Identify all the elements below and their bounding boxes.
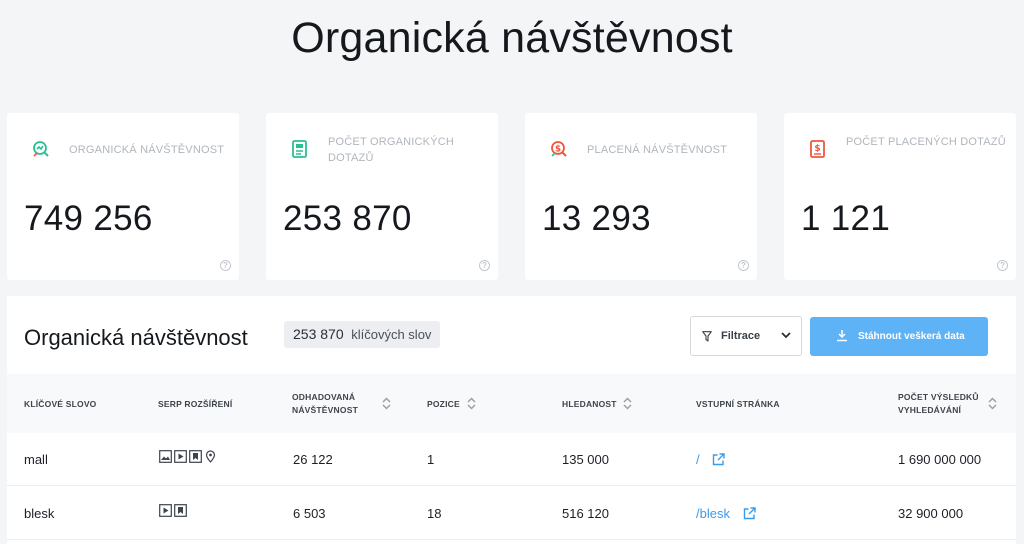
keyword-count-badge: 253 870 klíčových slov [284, 321, 441, 348]
traffic-cell: 6 503 [293, 506, 326, 521]
paid-traffic-icon: $ [551, 141, 567, 157]
column-estimated-traffic[interactable]: ODHADOVANÁ NÁVŠTĚVNOST [292, 391, 372, 417]
keywords-panel: Organická návštěvnost 253 870 klíčových … [7, 296, 1016, 544]
landing-page-link[interactable]: / [696, 452, 725, 467]
external-link-icon[interactable] [743, 507, 756, 520]
column-keyword[interactable]: KLÍČOVÉ SLOVO [24, 398, 97, 411]
bookmark-icon [189, 450, 202, 463]
sort-icon[interactable] [467, 397, 476, 410]
traffic-cell: 26 122 [293, 452, 333, 467]
keyword-count: 253 870 [293, 326, 344, 342]
image-icon [159, 450, 172, 463]
column-serp: SERP ROZŠÍŘENÍ [158, 399, 233, 409]
video-icon [174, 450, 187, 463]
stat-label: ORGANICKÁ NÁVŠTĚVNOST [69, 144, 225, 156]
serp-features [159, 504, 187, 518]
stat-label: POČET ORGANICKÝCH DOTAZŮ [328, 136, 455, 164]
download-icon [837, 330, 847, 342]
results-cell: 1 690 000 000 [898, 452, 982, 467]
help-icon[interactable]: ? [997, 260, 1008, 271]
sort-icon[interactable] [382, 397, 391, 410]
filter-dropdown[interactable]: Filtrace [690, 316, 802, 356]
bookmark-icon [174, 504, 187, 517]
volume-cell: 135 000 [562, 452, 609, 467]
help-icon[interactable]: ? [738, 260, 749, 271]
position-cell: 1 [427, 452, 435, 467]
column-landing-page: VSTUPNÍ STRÁNKA [696, 399, 780, 409]
svg-text:$: $ [555, 145, 561, 155]
landing-page-link[interactable]: /blesk [696, 506, 756, 521]
help-icon[interactable]: ? [479, 260, 490, 271]
stat-card-paid-traffic: $ PLACENÁ NÁVŠTĚVNOST 13 293 ? [525, 113, 757, 280]
panel-title: Organická návštěvnost [24, 325, 248, 350]
results-cell: 32 900 000 [898, 506, 964, 521]
volume-cell: 516 120 [562, 506, 609, 521]
stat-label: POČET PLACENÝCH DOTAZŮ [846, 136, 1006, 148]
table-row[interactable]: mall 26 122 1 135 000 / 1 690 000 000 [7, 433, 1016, 486]
stat-value: 253 870 [283, 199, 412, 238]
stat-value: 1 121 [801, 199, 891, 238]
download-label: Stáhnout veškerá data [858, 331, 965, 342]
location-icon [205, 450, 216, 463]
column-search-volume[interactable]: HLEDANOST [562, 398, 617, 411]
landing-page-text[interactable]: / [696, 452, 700, 467]
stat-value: 749 256 [24, 199, 153, 238]
help-icon[interactable]: ? [220, 260, 231, 271]
page-title: Organická návštěvnost [291, 14, 733, 62]
filter-icon [702, 331, 712, 342]
keyword-count-label: klíčových slov [351, 327, 432, 342]
svg-text:$: $ [814, 144, 820, 154]
table-header: KLÍČOVÉ SLOVO SERP ROZŠÍŘENÍ ODHADOVANÁ … [7, 374, 1016, 433]
keyword-cell: mall [24, 452, 48, 467]
organic-traffic-icon [33, 141, 49, 157]
stat-card-paid-queries: $ POČET PLACENÝCH DOTAZŮ 1 121 ? [784, 113, 1016, 280]
paid-queries-icon: $ [810, 140, 825, 158]
column-position[interactable]: POZICE [427, 398, 460, 411]
stats-cards: ORGANICKÁ NÁVŠTĚVNOST 749 256 ? POČET OR… [7, 113, 1024, 280]
stat-card-organic-queries: POČET ORGANICKÝCH DOTAZŮ 253 870 ? [266, 113, 498, 280]
organic-queries-icon [292, 140, 307, 158]
video-icon [159, 504, 172, 517]
stat-value: 13 293 [542, 199, 651, 238]
sort-icon[interactable] [623, 397, 632, 410]
download-all-button[interactable]: Stáhnout veškerá data [810, 317, 988, 356]
stat-label: PLACENÁ NÁVŠTĚVNOST [587, 144, 728, 156]
chevron-down-icon [781, 332, 791, 339]
serp-features [159, 450, 217, 464]
landing-page-text[interactable]: /blesk [696, 506, 730, 521]
stat-card-organic-traffic: ORGANICKÁ NÁVŠTĚVNOST 749 256 ? [7, 113, 239, 280]
table-row[interactable]: blesk 6 503 18 516 120 /blesk 32 900 000 [7, 487, 1016, 540]
sort-icon[interactable] [988, 397, 997, 410]
external-link-icon[interactable] [712, 453, 725, 466]
position-cell: 18 [427, 506, 442, 521]
column-results-count[interactable]: POČET VÝSLEDKŮ VYHLEDÁVÁNÍ [898, 391, 983, 417]
filter-label: Filtrace [721, 330, 761, 342]
keyword-cell: blesk [24, 506, 55, 521]
